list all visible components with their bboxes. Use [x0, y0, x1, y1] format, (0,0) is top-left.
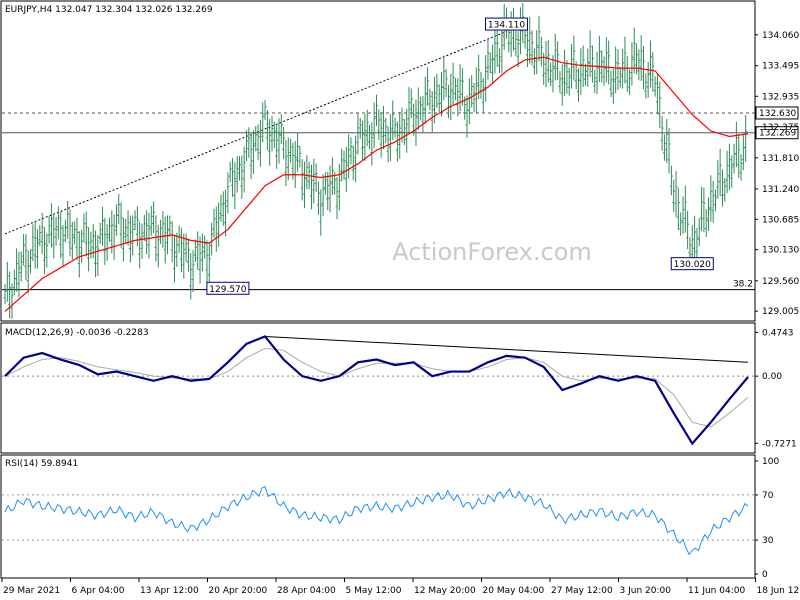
macd-y-axis: 0.4743 0.00 -0.7271 — [755, 328, 797, 449]
macd-ytick-label: 0.4743 — [762, 328, 794, 338]
price-panel-frame — [0, 0, 756, 322]
price-annotation-label: 129.570 — [209, 285, 246, 295]
x-tick-label: 12 May 20:00 — [414, 586, 476, 596]
macd-ytick-label: -0.7271 — [762, 439, 797, 449]
macd-ytick-label: 0.00 — [762, 372, 782, 382]
price-ytick-label: 134.060 — [762, 31, 799, 41]
price-ytick-label: 132.375 — [762, 123, 799, 133]
price-ytick-label: 131.240 — [762, 185, 799, 195]
price-annotation-label: 130.020 — [674, 260, 711, 270]
x-tick-label: 6 Apr 04:00 — [72, 586, 125, 596]
price-ytick-label: 129.560 — [762, 277, 799, 287]
fib-level-label: 38.2 — [733, 280, 753, 290]
price-ytick-label: 130.685 — [762, 215, 799, 225]
price-annotation-label: 134.110 — [488, 21, 525, 31]
x-tick-label: 28 Apr 04:00 — [277, 586, 336, 596]
x-tick-label: 20 Apr 20:00 — [209, 586, 268, 596]
x-tick-label: 27 May 12:00 — [551, 586, 613, 596]
price-level-label: 132.630 — [759, 109, 796, 119]
x-tick-label: 3 Jun 20:00 — [620, 586, 672, 596]
price-ytick-label: 131.810 — [762, 154, 799, 164]
rsi-ytick-label: 100 — [762, 457, 779, 467]
x-tick-label: 11 Jun 04:00 — [688, 586, 745, 596]
macd-panel-title: MACD(12,26,9) -0.0036 -0.2283 — [5, 328, 149, 338]
rsi-y-axis: 100 70 30 0 — [755, 457, 779, 580]
rsi-panel-title: RSI(14) 59.8941 — [5, 459, 78, 469]
price-ytick-label: 132.935 — [762, 92, 799, 102]
x-tick-label: 5 May 12:00 — [346, 586, 402, 596]
rsi-ytick-label: 30 — [762, 536, 774, 546]
x-tick-label: 13 Apr 12:00 — [140, 586, 199, 596]
price-panel-title: EURJPY,H4 132.047 132.304 132.026 132.26… — [5, 5, 213, 15]
price-y-axis: 134.060 133.495 132.935 132.375 131.810 131.2… — [755, 31, 799, 317]
x-axis: 29 Mar 2021 6 Apr 04:00 13 Apr 12:00 20 Apr… — [1, 578, 800, 596]
rsi-panel-frame — [0, 454, 756, 579]
rsi-ytick-label: 70 — [762, 491, 774, 501]
x-tick-label: 29 Mar 2021 — [3, 586, 60, 596]
rsi-ytick-label: 0 — [762, 570, 768, 580]
x-tick-label: 20 May 04:00 — [483, 586, 545, 596]
price-ytick-label: 133.495 — [762, 62, 799, 72]
x-tick-label: 18 Jun 12:00 — [757, 586, 800, 596]
price-ytick-label: 130.130 — [762, 246, 799, 256]
chart-canvas: ActionForex.com 132.630132.26938.2 134.1… — [0, 0, 800, 596]
price-ytick-label: 129.005 — [762, 307, 799, 317]
watermark: ActionForex.com — [392, 238, 592, 266]
